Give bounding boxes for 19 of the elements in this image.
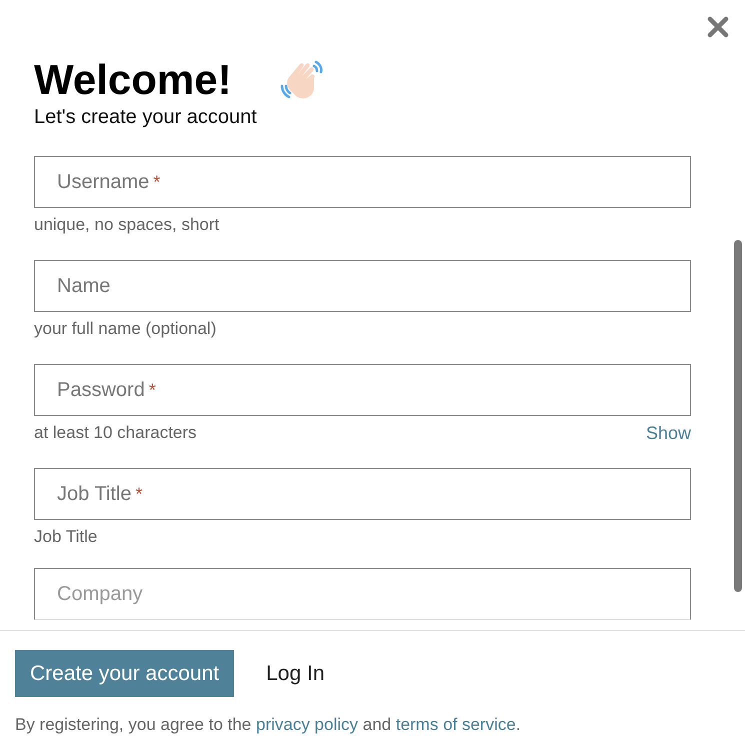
welcome-title: Welcome! <box>34 56 232 104</box>
scrollbar[interactable] <box>734 240 742 592</box>
input-field[interactable]: Company <box>34 568 691 620</box>
legal-notice: By registering, you agree to the privacy policy and terms of service. <box>15 715 522 735</box>
show-password-link[interactable]: Show <box>646 422 691 444</box>
create-account-button[interactable]: Create your account <box>15 650 234 697</box>
privacy-policy-link[interactable]: privacy policy <box>256 715 358 734</box>
input-field[interactable]: Username * <box>34 156 691 208</box>
field-hint: your full name (optional) <box>34 319 216 339</box>
input-field[interactable]: Job Title * <box>34 468 691 520</box>
input-field[interactable]: Name <box>34 260 691 312</box>
close-icon[interactable] <box>707 16 729 38</box>
input-field[interactable]: Password * <box>34 364 691 416</box>
terms-of-service-link[interactable]: terms of service <box>396 715 516 734</box>
field-hint: Job Title <box>34 527 98 547</box>
field-hint: unique, no spaces, short <box>34 215 220 235</box>
log-in-button[interactable]: Log In <box>266 662 324 686</box>
subtitle: Let's create your account <box>34 105 258 130</box>
field-hint: at least 10 characters <box>34 423 197 443</box>
